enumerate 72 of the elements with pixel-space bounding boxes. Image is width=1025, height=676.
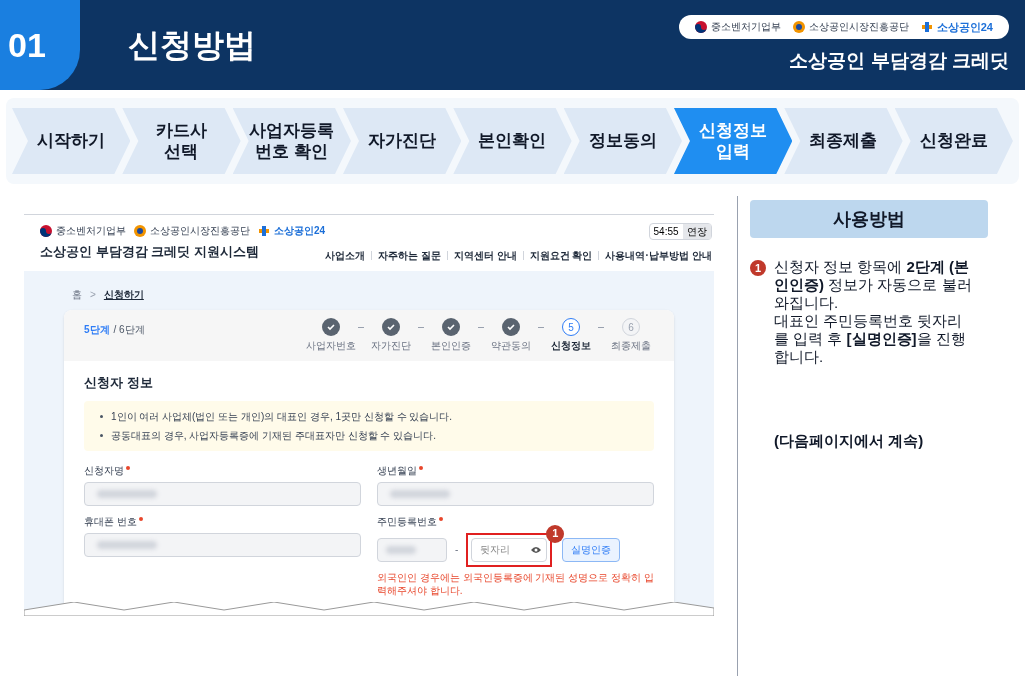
logo-icon	[134, 224, 146, 237]
extend-button[interactable]: 연장	[682, 224, 711, 239]
logo-icon	[258, 224, 270, 237]
logo-text: 소상공인시장진흥공단	[150, 224, 250, 238]
step-tab[interactable]: 카드사 선택	[122, 108, 241, 174]
error-message: 외국인인 경우에는 외국인등록증에 기재된 성명으로 정확히 입력해주셔야 합니다.	[377, 570, 654, 598]
nav-link[interactable]: 자주하는 질문	[378, 248, 441, 263]
redacted-value	[97, 489, 157, 498]
step-tab[interactable]: 정보동의	[563, 108, 682, 174]
current-step: 5단계	[84, 322, 110, 353]
breadcrumb-link[interactable]: 신청하기	[103, 287, 144, 302]
field-label: 주민등록번호	[377, 514, 437, 529]
step-tab[interactable]: 최종제출	[784, 108, 903, 174]
step-number: 5	[562, 318, 580, 336]
usage-heading: 사용방법	[750, 200, 988, 238]
input-field[interactable]: 뒷자리	[471, 537, 548, 562]
continuation-note: (다음페이지에서 계속)	[774, 431, 925, 451]
field-label: 생년월일	[377, 463, 417, 478]
step-label: 자가진단	[371, 339, 411, 353]
redacted-value	[386, 545, 416, 554]
step-tab[interactable]: 자가진단	[343, 108, 462, 174]
eye-icon	[531, 545, 542, 554]
nav-link[interactable]: 지역센터 안내	[453, 248, 517, 263]
total-steps: / 6단계	[113, 322, 145, 353]
logo-icon	[40, 224, 52, 237]
separator-text: -	[454, 543, 460, 557]
field-label: 휴대폰 번호	[84, 514, 137, 529]
step-tab[interactable]: 신청완료	[894, 108, 1013, 174]
notice-text: 공동대표의 경우, 사업자등록증에 기재된 주대표자만 신청할 수 있습니다.	[111, 428, 436, 443]
step-label: 최종제출	[611, 339, 651, 353]
logo-text: 소상공인24	[274, 224, 326, 238]
logo-text: 중소벤처기업부	[56, 224, 126, 238]
breadcrumb-link[interactable]: 홈	[72, 287, 82, 302]
input-field[interactable]	[84, 532, 361, 557]
input-field[interactable]	[84, 481, 361, 506]
step-label: 약관동의	[491, 339, 531, 353]
instruction-text: 대표인 주민등록번호 뒷자리를 입력 후 [실명인증]을 진행합니다.	[774, 312, 967, 366]
step-label: 사업자번호	[306, 339, 356, 353]
section-number: 01	[0, 0, 80, 90]
step-label: 본인인증	[431, 339, 471, 353]
logo-icon	[792, 20, 805, 33]
step-badge: 1	[750, 260, 766, 276]
page-title: 신청방법	[127, 26, 257, 65]
nav-link[interactable]: 사용내역·납부방법 안내	[605, 248, 712, 263]
step-tab[interactable]: 사업자등록 번호 확인	[232, 108, 351, 174]
step-tab[interactable]: 시작하기	[12, 108, 131, 174]
breadcrumb-separator: >	[90, 288, 96, 302]
header-subtitle: 소상공인 부담경감 크레딧	[789, 49, 1009, 73]
site-title: 소상공인 부담경감 크레딧 지원시스템	[40, 243, 260, 261]
verify-button[interactable]: 실명인증	[562, 537, 621, 562]
bullet-mark	[100, 414, 103, 418]
logo-text: 소상공인시장진흥공단	[808, 20, 909, 35]
logo-text: 중소벤처기업부	[710, 20, 781, 35]
nav-link[interactable]: 사업소개	[325, 248, 366, 263]
field-label: 신청자명	[84, 463, 124, 478]
callout-badge: 1	[546, 524, 565, 543]
logo-icon	[694, 20, 707, 33]
input-field[interactable]	[377, 481, 654, 506]
bullet-mark	[100, 433, 103, 437]
nav-link[interactable]: 지원요건 확인	[529, 248, 593, 263]
instruction-text: 신청자 정보 항목에 2단계 (본인인증) 정보가 자동으로 불러와집니다.	[774, 258, 973, 312]
redacted-value	[390, 489, 450, 498]
step-number: 6	[622, 318, 640, 336]
redacted-value	[97, 540, 157, 549]
timer-text: 54:55	[652, 225, 680, 239]
notice-text: 1인이 여러 사업체(법인 또는 개인)의 대표인 경우, 1곳만 신청할 수 있습니다.	[111, 409, 453, 424]
step-tab[interactable]: 본인확인	[453, 108, 572, 174]
step-label: 신청정보	[551, 339, 591, 353]
logo-text: 소상공인24	[936, 19, 993, 35]
logo-icon	[920, 20, 933, 33]
input-field[interactable]	[377, 537, 447, 562]
section-title: 신청자 정보	[84, 374, 154, 392]
